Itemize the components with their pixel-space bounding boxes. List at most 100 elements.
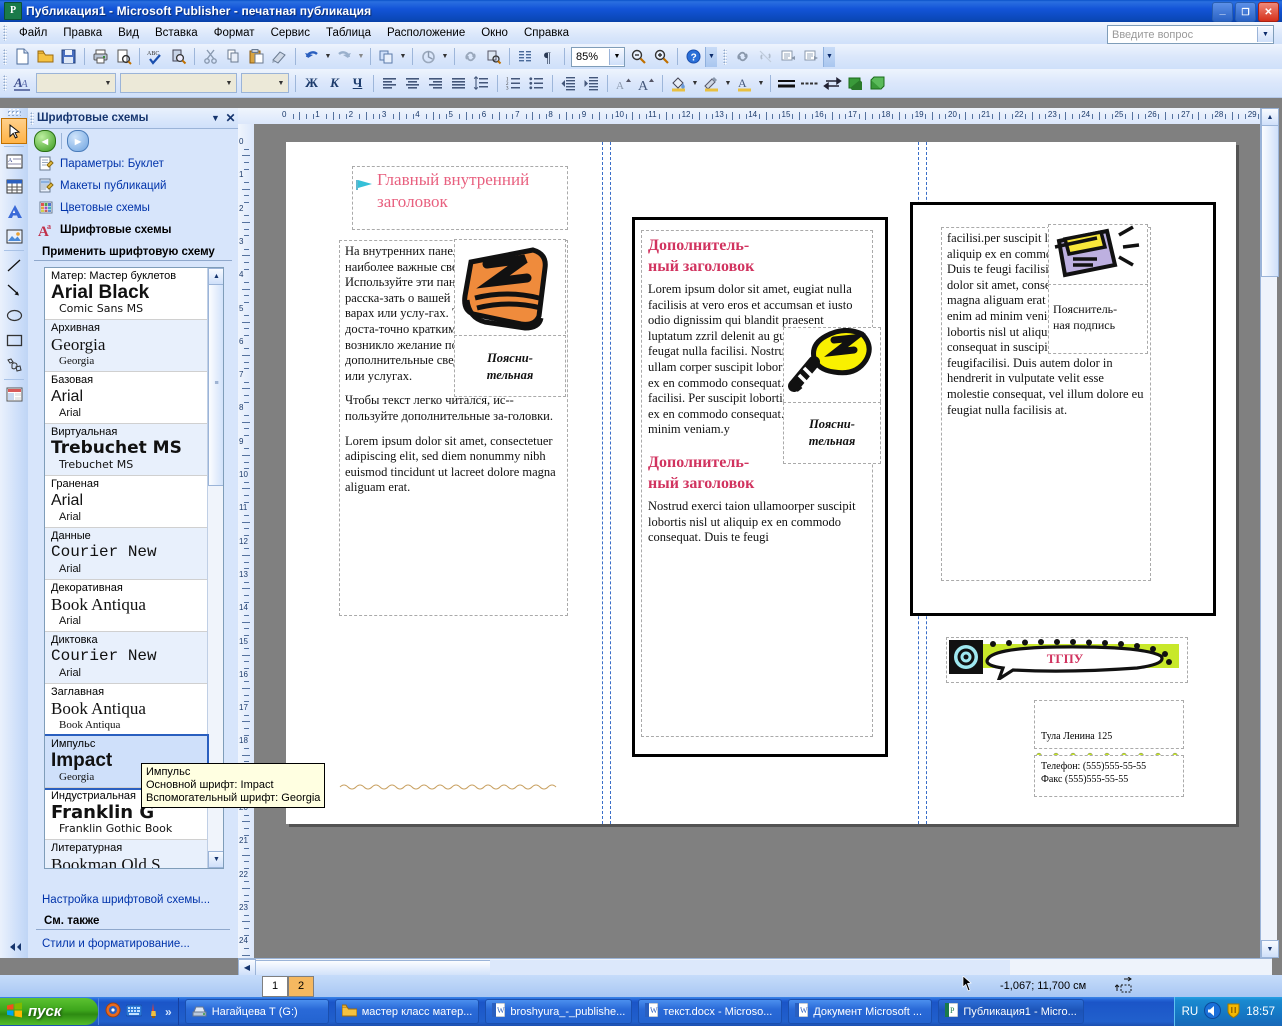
font-scheme-item[interactable]: ДанныеCourier NewArial [45,528,207,580]
arrow-tool[interactable] [2,278,26,302]
undo-dropdown-icon[interactable]: ▼ [323,46,333,68]
volume-icon[interactable] [1204,1002,1221,1022]
font-scheme-item[interactable]: ДекоративнаяBook AntiquaArial [45,580,207,632]
chevron-down-icon[interactable]: ▼ [101,75,115,91]
print-icon[interactable] [89,46,112,68]
pan-icon[interactable] [482,46,505,68]
media-player-icon[interactable] [105,1002,121,1021]
font-size-combo[interactable]: ▼ [241,73,289,93]
task-pane-grip[interactable] [30,112,34,125]
oval-tool[interactable] [2,303,26,327]
document-canvas[interactable]: Главный внутренний заголовок На внутренн… [254,124,1272,958]
menu-file[interactable]: Файл [11,24,55,42]
menu-window[interactable]: Окно [473,24,516,42]
taskbar-item-broshyura[interactable]: W broshyura_-_publishe... [485,999,632,1024]
taskbar-item-text-docx[interactable]: W текст.docx - Microso... [638,999,782,1024]
chevron-down-icon[interactable]: ▼ [222,75,236,91]
menu-edit[interactable]: Правка [55,24,110,42]
menu-help[interactable]: Справка [516,24,577,42]
show-formatting-icon[interactable]: ¶ [537,46,560,68]
font-color-icon[interactable]: A [733,72,756,94]
next-frame-icon[interactable] [800,46,823,68]
computer-image-frame[interactable] [1048,224,1148,288]
font-scheme-item[interactable]: ЗаглавнаяBook AntiquaBook Antiqua [45,684,207,736]
font-scheme-item[interactable]: БазоваяArialArial [45,372,207,424]
prev-frame-icon[interactable] [777,46,800,68]
styles-and-formatting-link[interactable]: Стили и форматирование... [28,934,238,954]
canvas-vertical-scrollbar[interactable]: ▲ ▼ [1260,108,1277,958]
chevron-down-icon[interactable]: ▼ [208,113,223,123]
phone-fax-frame[interactable]: Телефон: (555)555-55-55 Факс (555)555-55… [1034,755,1184,797]
align-left-icon[interactable] [378,72,401,94]
increase-indent-icon[interactable] [580,72,603,94]
scroll-down-button[interactable]: ▼ [208,851,224,868]
style-combo[interactable]: ▼ [36,73,116,93]
line-spacing-icon[interactable] [470,72,493,94]
font-combo[interactable]: ▼ [120,73,237,93]
copy-objects-dropdown-icon[interactable]: ▼ [398,46,408,68]
taskbar-item-drive[interactable]: Нагайцева Т (G:) [185,999,329,1024]
line-color-icon[interactable] [700,72,723,94]
format-painter-icon[interactable] [268,46,291,68]
print-preview-icon[interactable] [112,46,135,68]
vertical-ruler[interactable]: 0123456789101112131415161718192021222324 [238,124,255,958]
redo-icon[interactable] [333,46,356,68]
task-pane-link-font-schemes[interactable]: Aa Шрифтовые схемы [28,219,238,241]
standard-toolbar-overflow[interactable]: ▼ [705,47,717,67]
design-gallery-dropdown-icon[interactable]: ▼ [440,46,450,68]
start-button[interactable]: пуск [0,998,98,1025]
chevron-down-icon[interactable]: ▼ [274,75,288,91]
paste-icon[interactable] [245,46,268,68]
save-icon[interactable] [57,46,80,68]
taskbar-item-folder[interactable]: мастер класс матер... [335,999,480,1024]
font-scheme-item[interactable]: АрхивнаяGeorgiaGeorgia [45,320,207,372]
copy-icon[interactable] [222,46,245,68]
columns-icon[interactable] [514,46,537,68]
close-icon[interactable]: ✕ [223,111,238,125]
task-pane-link-publication-designs[interactable]: Макеты публикаций [28,175,238,197]
text-box-tool[interactable]: A [2,149,26,173]
publication-page[interactable]: Главный внутренний заголовок На внутренн… [286,142,1236,824]
help-icon[interactable]: ? [682,46,705,68]
justify-icon[interactable] [447,72,470,94]
open-icon[interactable] [34,46,57,68]
language-indicator[interactable]: RU [1182,1006,1199,1018]
styles-and-formatting-icon[interactable]: AA [11,72,34,94]
align-center-icon[interactable] [401,72,424,94]
menu-view[interactable]: Вид [110,24,147,42]
menu-insert[interactable]: Вставка [147,24,206,42]
autoshapes-tool[interactable] [2,353,26,377]
font-scheme-item[interactable]: ЛитературнаяBookman Old S...Arial [45,840,207,869]
show-desktop-icon[interactable] [126,1004,142,1020]
shadow-icon[interactable] [844,72,867,94]
numbered-list-icon[interactable]: 123 [502,72,525,94]
bold-button[interactable]: Ж [300,72,323,94]
task-pane-link-color-schemes[interactable]: Цветовые схемы [28,197,238,219]
decrease-font-icon[interactable]: A [612,72,635,94]
fill-color-dropdown-icon[interactable]: ▼ [690,72,700,94]
font-scheme-item[interactable]: ДиктовкаCourier NewArial [45,632,207,684]
scroll-left-button[interactable]: ◀ [238,959,256,976]
font-color-dropdown-icon[interactable]: ▼ [756,72,766,94]
hyperlink-icon[interactable] [459,46,482,68]
menu-tools[interactable]: Сервис [263,24,318,42]
scroll-thumb[interactable] [1261,125,1279,277]
middle-body-frame[interactable]: Дополнитель-ный заголовок Lorem ipsum do… [641,230,873,737]
insert-table-tool[interactable] [2,174,26,198]
scroll-track-right[interactable] [490,960,1010,975]
address-frame[interactable]: Тула Ленина 125 [1034,700,1184,749]
task-pane-link-publication-options[interactable]: Параметры: Буклет [28,153,238,175]
main-heading-frame[interactable]: Главный внутренний заголовок [352,166,568,230]
page-tab-1[interactable]: 1 [262,976,288,997]
connect-frames-overflow[interactable]: ▼ [823,47,835,67]
font-scheme-item[interactable]: Матер: Мастер буклетовArial BlackComic S… [45,268,207,320]
line-tool[interactable] [2,253,26,277]
taskbar-item-document-microsoft[interactable]: W Документ Microsoft ... [788,999,932,1024]
page-tab-2[interactable]: 2 [288,976,314,997]
shield-icon[interactable] [1227,1002,1240,1021]
italic-button[interactable]: К [323,72,346,94]
increase-font-icon[interactable]: A [635,72,658,94]
scroll-thumb[interactable]: ≡ [208,284,224,486]
taskbar-item-publisher[interactable]: P Публикация1 - Micro... [938,999,1083,1024]
minimize-button[interactable]: _ [1212,2,1233,22]
